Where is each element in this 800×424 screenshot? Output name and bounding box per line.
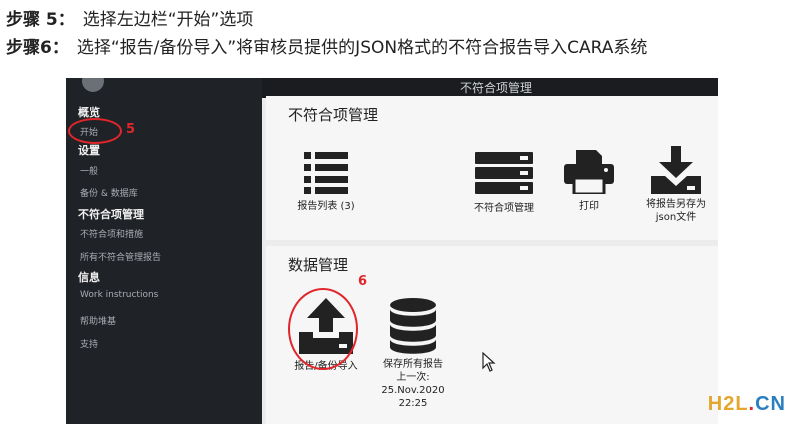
- step5-number: 5: [126, 122, 136, 137]
- sidebar-item-support[interactable]: 支持: [80, 337, 98, 350]
- step5-label: 步骤 5：: [6, 10, 75, 30]
- data-panel-title: 数据管理: [288, 256, 349, 274]
- step5-highlight-ring: [68, 118, 122, 144]
- tile-nc-management[interactable]: 不符合项管理: [462, 152, 546, 215]
- step6-highlight-ring: [288, 288, 358, 370]
- database-icon: [390, 298, 436, 354]
- step5-text: 选择左边栏“开始”选项: [82, 10, 254, 30]
- nc-management-panel: 不符合项管理 报告列表 (3) 不符合项管理 打印 将报告另存为 json文件: [266, 96, 718, 240]
- list-icon: [304, 152, 348, 194]
- tile-save-json[interactable]: 将报告另存为 json文件: [636, 146, 716, 224]
- save-json-label-2: json文件: [655, 212, 697, 223]
- app-window: 不符合项管理 概览 开始 设置 一般 备份 & 数据库 不符合项管理 不符合项和…: [66, 78, 718, 424]
- step6-number: 6: [358, 274, 368, 289]
- save-all-label-2: 上一次:: [396, 372, 430, 383]
- step6-label: 步骤6：: [6, 38, 69, 58]
- sidebar-item-nc-measures[interactable]: 不符合项和措施: [80, 227, 143, 240]
- sidebar-item-work-instructions[interactable]: Work instructions: [80, 290, 158, 300]
- tile-print[interactable]: 打印: [562, 150, 616, 213]
- window-title: 不符合项管理: [460, 81, 533, 95]
- sidebar-heading-nc-management: 不符合项管理: [78, 208, 144, 221]
- tile-save-all-reports[interactable]: 保存所有报告 上一次: 25.Nov.2020 22:25: [376, 298, 450, 410]
- avatar: [82, 78, 104, 92]
- watermark-h2l: H2L: [707, 393, 749, 415]
- data-management-panel: 数据管理 报告/备份导入 保存所有报告 上一次: 25.Nov.2020 22:…: [266, 246, 718, 424]
- report-list-label: 报告列表 (3): [297, 201, 355, 212]
- save-all-label-3: 25.Nov.2020: [381, 385, 445, 396]
- sidebar-item-all-nc-reports[interactable]: 所有不符合管理报告: [80, 250, 161, 263]
- nc-panel-title: 不符合项管理: [288, 106, 379, 124]
- nc-management-label: 不符合项管理: [474, 203, 534, 214]
- server-icon: [475, 152, 533, 194]
- sidebar-heading-info: 信息: [78, 271, 100, 284]
- sidebar-heading-settings: 设置: [78, 144, 100, 157]
- save-json-label-1: 将报告另存为: [646, 199, 706, 210]
- watermark: H2L.CN: [708, 393, 786, 416]
- title-bar: 不符合项管理: [262, 78, 718, 98]
- sidebar-item-help[interactable]: 帮助堆基: [80, 314, 116, 327]
- save-all-label-4: 22:25: [398, 398, 428, 409]
- sidebar-item-general[interactable]: 一般: [80, 164, 98, 177]
- print-label: 打印: [579, 201, 599, 212]
- watermark-cn: CN: [755, 393, 786, 415]
- printer-icon: [564, 150, 614, 194]
- sidebar: 概览 开始 设置 一般 备份 & 数据库 不符合项管理 不符合项和措施 所有不符…: [66, 78, 262, 424]
- mouse-cursor-icon: [482, 352, 496, 372]
- instructions: 步骤 5： 选择左边栏“开始”选项 步骤6： 选择“报告/备份导入”将审核员提供的J…: [6, 6, 794, 62]
- instruction-step5: 步骤 5： 选择左边栏“开始”选项: [6, 6, 794, 34]
- tile-report-list[interactable]: 报告列表 (3): [286, 150, 366, 213]
- save-all-label-1: 保存所有报告: [383, 359, 443, 370]
- download-icon: [651, 146, 701, 194]
- sidebar-item-backup-database[interactable]: 备份 & 数据库: [80, 186, 138, 199]
- step6-text: 选择“报告/备份导入”将审核员提供的JSON格式的不符合报告导入CARA系统: [76, 38, 648, 58]
- instruction-step6: 步骤6： 选择“报告/备份导入”将审核员提供的JSON格式的不符合报告导入CARA…: [6, 34, 794, 62]
